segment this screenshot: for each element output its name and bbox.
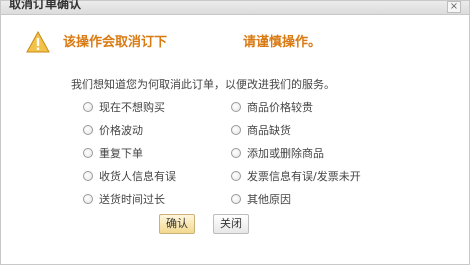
radio-button[interactable] — [231, 148, 241, 158]
reason-option[interactable]: 其他原因 — [231, 192, 291, 208]
reason-label: 商品缺货 — [247, 124, 291, 137]
radio-button[interactable] — [231, 171, 241, 181]
reason-option[interactable]: 商品价格较贵 — [231, 100, 313, 116]
dialog-title: 取消订单确认 — [9, 0, 82, 11]
reason-label: 价格波动 — [99, 124, 143, 137]
radio-button[interactable] — [83, 194, 93, 204]
intro-text: 我们想知道您为何取消此订单，以便改进我们的服务。 — [71, 78, 335, 91]
reason-option[interactable]: 添加或删除商品 — [231, 146, 324, 162]
radio-button[interactable] — [83, 171, 93, 181]
radio-button[interactable] — [231, 125, 241, 135]
reason-label: 其他原因 — [247, 193, 291, 206]
reason-label: 添加或删除商品 — [247, 147, 324, 160]
reason-label: 送货时间过长 — [99, 193, 165, 206]
reason-label: 商品价格较贵 — [247, 101, 313, 114]
radio-button[interactable] — [231, 194, 241, 204]
reason-option[interactable]: 发票信息有误/发票未开 — [231, 169, 361, 185]
reason-option[interactable]: 商品缺货 — [231, 123, 291, 139]
radio-button[interactable] — [83, 102, 93, 112]
close-button[interactable]: 关闭 — [213, 214, 249, 234]
confirm-button[interactable]: 确认 — [159, 214, 195, 234]
reason-option[interactable]: 收货人信息有误 — [83, 169, 176, 185]
radio-button[interactable] — [231, 102, 241, 112]
warning-text-part2: 请谨慎操作。 — [243, 35, 322, 50]
reason-option[interactable]: 重复下单 — [83, 146, 143, 162]
cancel-order-dialog: 取消订单确认 × 该操作会取消订下 请谨慎操作。 我们想知道您为何取消此订单，以… — [0, 0, 470, 265]
dialog-titlebar: 取消订单确认 × — [1, 0, 469, 15]
warning-triangle-icon — [26, 30, 50, 53]
reason-option[interactable]: 送货时间过长 — [83, 192, 165, 208]
reason-option[interactable]: 价格波动 — [83, 123, 143, 139]
close-icon[interactable]: × — [447, 1, 461, 13]
reason-option[interactable]: 现在不想购买 — [83, 100, 165, 116]
radio-button[interactable] — [83, 148, 93, 158]
radio-button[interactable] — [83, 125, 93, 135]
reason-label: 重复下单 — [99, 147, 143, 160]
warning-text-part1: 该操作会取消订下 — [63, 35, 168, 50]
reason-label: 收货人信息有误 — [99, 170, 176, 183]
reason-label: 发票信息有误/发票未开 — [247, 170, 361, 183]
reason-label: 现在不想购买 — [99, 101, 165, 114]
